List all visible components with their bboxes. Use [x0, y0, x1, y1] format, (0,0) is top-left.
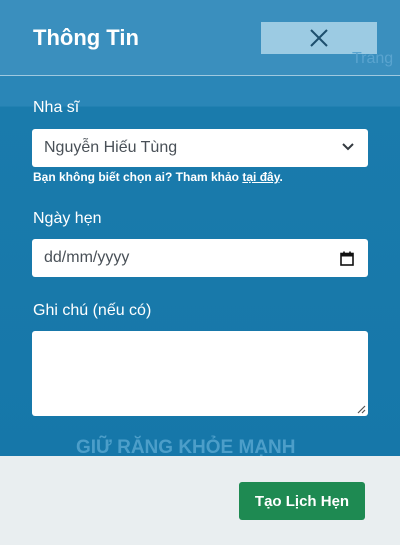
modal-title: Thông Tin: [33, 25, 139, 50]
appointment-modal: Thông Tin Trang Nha sĩ Nguyễn Hiếu Tùng …: [0, 0, 400, 545]
date-placeholder: dd/mm/yyyy: [44, 249, 130, 266]
close-icon: [310, 29, 328, 47]
resize-grip-icon[interactable]: [356, 404, 366, 414]
calendar-icon[interactable]: [340, 251, 354, 266]
note-textarea[interactable]: [32, 331, 368, 416]
dentist-label: Nha sĩ: [33, 99, 80, 116]
dentist-select[interactable]: Nguyễn Hiếu Tùng: [32, 129, 368, 167]
chevron-down-icon: [342, 143, 354, 151]
hint-text: Bạn không biết chọn ai? Tham khảo: [33, 170, 243, 184]
dentist-selected-value: Nguyễn Hiếu Tùng: [44, 139, 178, 156]
hint-link[interactable]: tại đây: [242, 170, 279, 184]
modal-header: Thông Tin: [0, 0, 400, 76]
date-label: Ngày hẹn: [33, 210, 102, 227]
date-input[interactable]: dd/mm/yyyy: [32, 239, 368, 277]
background-nav-link: Trang: [352, 50, 394, 67]
dentist-hint: Bạn không biết chọn ai? Tham khảo tại đâ…: [33, 170, 283, 184]
create-appointment-button[interactable]: Tạo Lịch Hẹn: [239, 482, 365, 520]
hint-end: .: [279, 170, 283, 184]
note-label: Ghi chú (nếu có): [33, 302, 152, 319]
